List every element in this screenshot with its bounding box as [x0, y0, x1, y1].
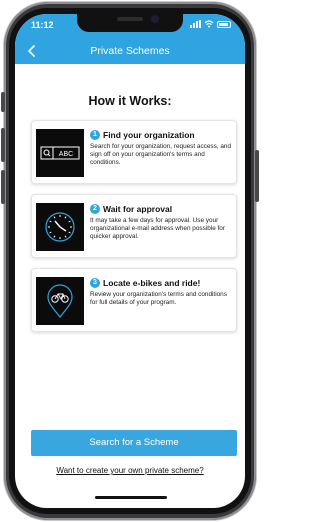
step-card-wait-approval: 2 Wait for approval It may take a few da…	[31, 194, 237, 258]
battery-icon	[217, 20, 231, 28]
clock-icon	[36, 203, 84, 251]
volume-down-button	[1, 170, 5, 204]
volume-up-button	[1, 128, 5, 162]
step-description: Review your organization's terms and con…	[90, 291, 227, 306]
step-number-badge: 2	[90, 204, 100, 214]
mute-switch	[1, 92, 5, 112]
section-heading: How it Works:	[88, 94, 172, 108]
signal-icon	[190, 20, 201, 28]
step-title: Wait for approval	[103, 204, 173, 214]
step-number-badge: 1	[90, 130, 100, 140]
wifi-icon	[204, 20, 214, 28]
create-private-scheme-link[interactable]: Want to create your own private scheme?	[15, 466, 245, 475]
status-time: 11:12	[31, 20, 54, 30]
bike-location-pin-icon	[36, 277, 84, 325]
notch	[77, 14, 183, 32]
search-scheme-button[interactable]: Search for a Scheme	[31, 430, 237, 456]
page-title: Private Schemes	[90, 45, 170, 57]
status-icons	[190, 20, 231, 28]
step-description: It may take a few days for approval. Use…	[90, 217, 225, 240]
power-button	[255, 150, 259, 202]
app-screen: 11:12 Private Schemes How it Works: ABC …	[15, 14, 245, 508]
header-bar: 11:12 Private Schemes	[15, 14, 245, 64]
step-card-find-organization: ABC 1 Find your organization Search for …	[31, 120, 237, 184]
step-title: Locate e-bikes and ride!	[103, 278, 201, 288]
home-indicator[interactable]	[95, 496, 167, 499]
svg-text:ABC: ABC	[59, 151, 73, 158]
search-field-icon: ABC	[36, 129, 84, 177]
step-card-locate-ebikes: 3 Locate e-bikes and ride! Review your o…	[31, 268, 237, 332]
step-description: Search for your organization, request ac…	[90, 143, 232, 166]
step-title: Find your organization	[103, 130, 195, 140]
step-number-badge: 3	[90, 278, 100, 288]
